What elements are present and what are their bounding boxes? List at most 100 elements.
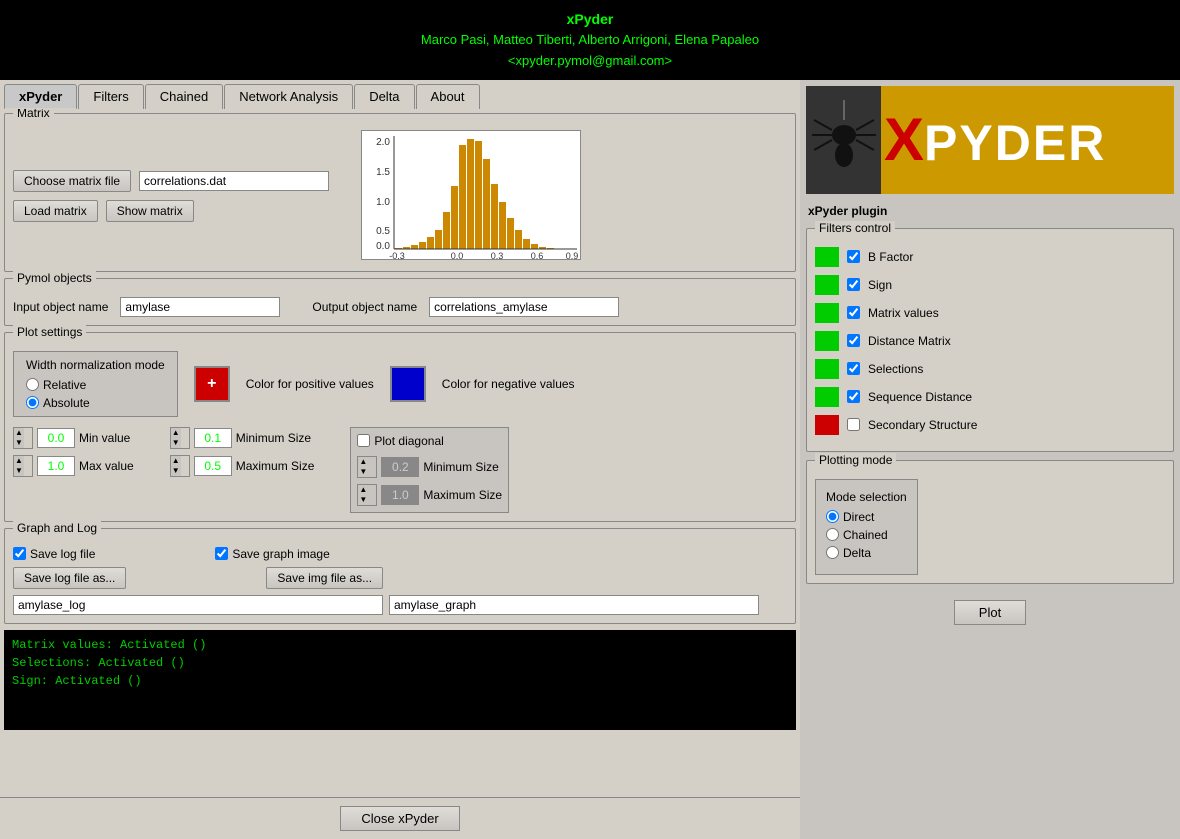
close-xpyder-btn[interactable]: Close xPyder: [340, 806, 459, 831]
tab-network-analysis[interactable]: Network Analysis: [224, 84, 353, 109]
spider-img: [806, 86, 881, 194]
max-size-up[interactable]: ▲: [171, 456, 181, 466]
plot-diagonal-check[interactable]: [357, 434, 370, 447]
tab-about[interactable]: About: [416, 84, 480, 109]
min-value-label: Min value: [79, 431, 130, 445]
choose-matrix-btn[interactable]: Choose matrix file: [13, 170, 131, 192]
width-norm-label: Width normalization mode: [26, 358, 165, 372]
app-title: xPyder: [4, 8, 1176, 30]
diag-min-arrows[interactable]: ▲ ▼: [357, 456, 377, 478]
save-log-label: Save log file: [30, 547, 95, 561]
max-size-arrows[interactable]: ▲ ▼: [170, 455, 190, 477]
save-img-btn[interactable]: Save img file as...: [266, 567, 383, 589]
plot-diagonal-label: Plot diagonal: [374, 434, 443, 448]
graph-log-group: Graph and Log Save log file Save graph i…: [4, 528, 796, 624]
filter-row-secondary: Secondary Structure: [815, 415, 1165, 435]
save-log-check[interactable]: [13, 547, 26, 560]
matrix-group-title: Matrix: [13, 109, 54, 120]
save-log-btn[interactable]: Save log file as...: [13, 567, 126, 589]
tab-chained[interactable]: Chained: [145, 84, 223, 109]
chained-radio[interactable]: [826, 528, 839, 541]
svg-text:0.9: 0.9: [566, 251, 579, 260]
plot-btn[interactable]: Plot: [954, 600, 1026, 625]
bfactor-color-box: [815, 247, 839, 267]
sign-color-box: [815, 275, 839, 295]
footer: Close xPyder: [0, 797, 800, 839]
output-object-name[interactable]: [429, 297, 619, 317]
save-graph-label: Save graph image: [232, 547, 329, 561]
seqdist-check[interactable]: [847, 390, 860, 403]
mode-select-title: Mode selection: [826, 490, 907, 504]
diag-min-down[interactable]: ▼: [358, 467, 368, 477]
tab-filters[interactable]: Filters: [78, 84, 143, 109]
min-size-arrows[interactable]: ▲ ▼: [170, 427, 190, 449]
diag-max-up[interactable]: ▲: [358, 485, 368, 495]
min-value-up[interactable]: ▲: [14, 428, 24, 438]
filters-control: B Factor Sign Matrix values Distance Mat…: [815, 237, 1165, 435]
input-object-name[interactable]: [120, 297, 280, 317]
min-value-down[interactable]: ▼: [14, 438, 24, 448]
plotting-mode-group: Plotting mode Mode selection Direct Chai…: [806, 460, 1174, 584]
max-value-arrows[interactable]: ▲ ▼: [13, 455, 33, 477]
distance-label: Distance Matrix: [868, 334, 951, 348]
show-matrix-btn[interactable]: Show matrix: [106, 200, 194, 222]
relative-radio[interactable]: [26, 378, 39, 391]
bfactor-check[interactable]: [847, 250, 860, 263]
save-graph-check[interactable]: [215, 547, 228, 560]
min-size-down[interactable]: ▼: [171, 438, 181, 448]
min-size-label: Minimum Size: [236, 431, 311, 445]
min-value-input[interactable]: [37, 428, 75, 448]
plot-btn-area: Plot: [806, 592, 1174, 633]
pymol-objects-group: Pymol objects Input object name Output o…: [4, 278, 796, 326]
filter-row-sign: Sign: [815, 275, 1165, 295]
svg-text:0.0: 0.0: [451, 251, 464, 260]
delta-label: Delta: [843, 546, 871, 560]
bfactor-label: B Factor: [868, 250, 913, 264]
negative-color-btn[interactable]: [390, 366, 426, 402]
matrix-group: Matrix Choose matrix file Load matrix Sh…: [4, 113, 796, 272]
log-filename-input[interactable]: [13, 595, 383, 615]
delta-radio[interactable]: [826, 546, 839, 559]
matrix-filename-input[interactable]: [139, 171, 329, 191]
diag-min-up[interactable]: ▲: [358, 457, 368, 467]
min-value-arrows[interactable]: ▲ ▼: [13, 427, 33, 449]
diag-min-input[interactable]: [381, 457, 419, 477]
absolute-radio[interactable]: [26, 396, 39, 409]
secondary-color-box: [815, 415, 839, 435]
tab-xpyder[interactable]: xPyder: [4, 84, 77, 109]
diag-max-down[interactable]: ▼: [358, 495, 368, 505]
svg-text:0.6: 0.6: [531, 251, 544, 260]
tab-delta[interactable]: Delta: [354, 84, 414, 109]
max-size-input[interactable]: [194, 456, 232, 476]
secondary-check[interactable]: [847, 418, 860, 431]
sign-check[interactable]: [847, 278, 860, 291]
diag-min-label: Minimum Size: [423, 460, 498, 474]
min-size-input[interactable]: [194, 428, 232, 448]
max-value-down[interactable]: ▼: [14, 466, 24, 476]
color-pos-label: Color for positive values: [246, 377, 374, 391]
xpyder-logo-text: X PYDER: [884, 110, 1106, 170]
svg-text:0.5: 0.5: [376, 226, 390, 237]
matrix-check[interactable]: [847, 306, 860, 319]
diag-max-input[interactable]: [381, 485, 419, 505]
selections-check[interactable]: [847, 362, 860, 375]
svg-text:2.0: 2.0: [376, 137, 390, 148]
distance-check[interactable]: [847, 334, 860, 347]
diag-max-arrows[interactable]: ▲ ▼: [357, 484, 377, 506]
load-matrix-btn[interactable]: Load matrix: [13, 200, 98, 222]
min-size-up[interactable]: ▲: [171, 428, 181, 438]
max-value-input[interactable]: [37, 456, 75, 476]
filter-row-matrix: Matrix values: [815, 303, 1165, 323]
graph-filename-input[interactable]: [389, 595, 759, 615]
filter-row-distance: Distance Matrix: [815, 331, 1165, 351]
positive-color-btn[interactable]: +: [194, 366, 230, 402]
sign-label: Sign: [868, 278, 892, 292]
seqdist-color-box: [815, 387, 839, 407]
width-norm-box: Width normalization mode Relative Absolu…: [13, 351, 178, 417]
email: <xpyder.pymol@gmail.com>: [4, 51, 1176, 72]
max-value-up[interactable]: ▲: [14, 456, 24, 466]
max-size-down[interactable]: ▼: [171, 466, 181, 476]
direct-radio[interactable]: [826, 510, 839, 523]
plot-diagonal-box: Plot diagonal ▲ ▼ Minimum Size: [350, 427, 509, 513]
seqdist-label: Sequence Distance: [868, 390, 972, 404]
